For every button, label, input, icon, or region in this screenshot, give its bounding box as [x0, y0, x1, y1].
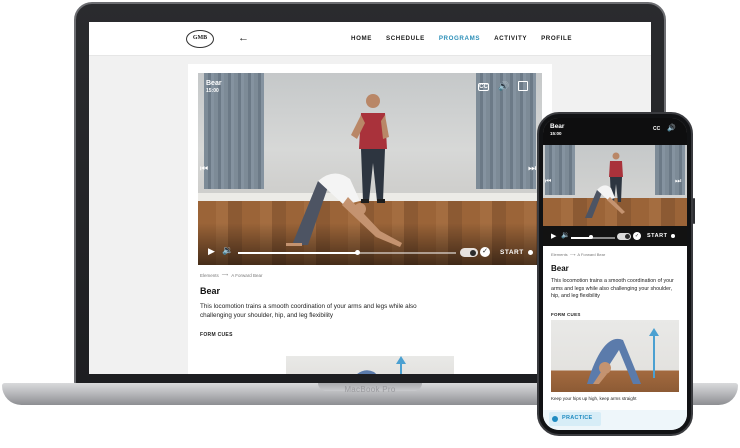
phone-check-circle-icon[interactable]: ✓	[633, 232, 641, 240]
phone-video-curtain-right	[655, 145, 685, 195]
laptop-model-label: MacBook Pro	[344, 385, 396, 394]
phone-form-cue-arrow-head-icon	[649, 328, 659, 336]
practice-button-label: PRACTICE	[562, 415, 593, 421]
breadcrumb-arrow-icon: ⟶	[221, 272, 229, 277]
practice-icon	[552, 416, 558, 422]
phone-side-button	[693, 198, 695, 224]
phone-form-cue-image	[551, 320, 679, 392]
exercise-description: This locomotion trains a smooth coordina…	[200, 303, 417, 320]
phone-breadcrumb-current: A Forward Bear	[577, 252, 606, 257]
phone-video-progress-knob[interactable]	[588, 235, 593, 239]
phone-screen: Bear 15:00 CC 🔊 ⏮ ⏭ ▶ 🔉 ✓ START Elements…	[543, 118, 687, 430]
phone-exercise-title: Bear	[551, 264, 569, 273]
practice-bar: PRACTICE	[543, 410, 687, 430]
nav-profile[interactable]: PROFILE	[541, 35, 572, 42]
nav-activity[interactable]: ACTIVITY	[494, 35, 527, 42]
start-button[interactable]: START	[500, 249, 533, 256]
phone-play-icon[interactable]: ▶	[551, 232, 556, 240]
phone-start-button-label: START	[647, 233, 668, 239]
phone-cue-text: Keep your hips up high, keep arms straig…	[551, 396, 637, 401]
start-button-label: START	[500, 249, 524, 256]
phone-video-time: 15:00	[550, 131, 562, 136]
play-icon[interactable]: ▶	[208, 246, 215, 257]
phone-volume-icon[interactable]: 🔊	[667, 124, 676, 132]
video-student	[286, 173, 402, 247]
logo[interactable]: GMB	[186, 30, 214, 48]
site-header: GMB ← HOME SCHEDULE PROGRAMS ACTIVITY PR…	[89, 22, 651, 56]
video-time: 15:00	[206, 88, 219, 94]
nav-programs[interactable]: PROGRAMS	[439, 35, 480, 42]
form-cue-image	[286, 356, 454, 374]
volume-icon[interactable]: 🔊	[498, 81, 509, 92]
form-cue-arrow-head-icon	[396, 356, 406, 364]
practice-button[interactable]: PRACTICE	[549, 412, 601, 426]
mute-icon[interactable]: 🔉	[222, 245, 233, 256]
phone-form-cues-label: FORM CUES	[551, 312, 581, 317]
phone-start-dot-icon	[671, 233, 676, 238]
phone-breadcrumb: Elements ⟶ A Forward Bear	[551, 252, 605, 257]
phone-next-icon[interactable]: ⏭	[675, 178, 681, 186]
autoplay-toggle[interactable]	[460, 248, 478, 257]
previous-icon[interactable]: ⏮	[200, 163, 208, 174]
phone-video-progress-track[interactable]	[571, 237, 615, 239]
form-cues-label: FORM CUES	[200, 332, 233, 338]
check-circle-icon[interactable]: ✓	[480, 247, 490, 257]
phone-video-curtain-left	[545, 145, 575, 195]
phone-form-cue-figure	[587, 338, 641, 384]
phone-autoplay-toggle[interactable]	[617, 233, 631, 240]
phone-breadcrumb-arrow-icon: ⟶	[569, 252, 576, 257]
exercise-title: Bear	[200, 286, 221, 296]
phone-exercise-description: This locomotion trains a smooth coordina…	[551, 278, 674, 300]
phone-video-progress-fill	[571, 237, 591, 239]
video-player[interactable]: Bear 15:00 CC 🔊 ⏮ ⏭ ▶ 🔉 ✓ START	[198, 73, 542, 265]
main-nav: HOME SCHEDULE PROGRAMS ACTIVITY PROFILE	[351, 35, 586, 42]
breadcrumb-parent[interactable]: Elements	[200, 273, 219, 278]
phone-autoplay-toggle-dot	[625, 234, 630, 239]
phone-start-button[interactable]: START	[647, 233, 676, 239]
breadcrumb: Elements ⟶ A Forward Bear	[200, 272, 262, 278]
phone-mute-icon[interactable]: 🔉	[561, 231, 570, 239]
video-progress-fill	[238, 252, 358, 254]
phone-video-title: Bear	[550, 123, 565, 130]
fullscreen-icon[interactable]	[518, 81, 528, 91]
phone-closed-captions-icon[interactable]: CC	[653, 126, 660, 132]
breadcrumb-current: A Forward Bear	[231, 272, 263, 278]
phone-previous-icon[interactable]: ⏮	[545, 178, 551, 186]
next-icon[interactable]: ⏭	[528, 163, 536, 174]
autoplay-toggle-dot	[470, 249, 476, 256]
start-dot-icon	[528, 249, 533, 255]
phone-video-player[interactable]: Bear 15:00 CC 🔊 ⏮ ⏭ ▶ 🔉 ✓ START	[543, 118, 687, 246]
video-title: Bear	[206, 80, 222, 87]
nav-home[interactable]: HOME	[351, 35, 372, 42]
phone-form-cue-arrow	[653, 336, 655, 378]
phone-breadcrumb-parent[interactable]: Elements	[551, 252, 568, 257]
nav-schedule[interactable]: SCHEDULE	[386, 35, 425, 42]
closed-captions-icon[interactable]: CC	[478, 83, 489, 91]
content-card: Bear 15:00 CC 🔊 ⏮ ⏭ ▶ 🔉 ✓ START Elements	[188, 64, 552, 374]
arrow-left-icon[interactable]: ←	[238, 32, 249, 44]
video-progress-track[interactable]	[238, 252, 456, 254]
phone-video-student	[585, 185, 625, 218]
form-cue-arrow	[400, 364, 402, 374]
